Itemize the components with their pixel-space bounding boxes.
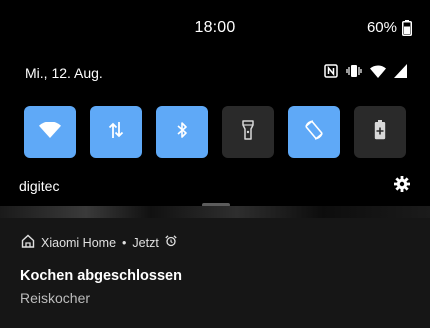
- tile-auto-rotate[interactable]: [288, 106, 340, 158]
- notification-title: Kochen abgeschlossen: [20, 268, 182, 284]
- flashlight-icon: [242, 119, 254, 145]
- network-name: digitec: [19, 178, 60, 194]
- tile-bluetooth[interactable]: [156, 106, 208, 158]
- notification-time: Jetzt: [132, 235, 159, 250]
- battery-saver-icon: [374, 119, 386, 145]
- battery-status: 60%: [367, 19, 412, 36]
- date-label[interactable]: Mi., 12. Aug.: [25, 65, 103, 81]
- battery-percent: 60%: [366, 19, 397, 36]
- wallpaper-strip: [0, 206, 430, 218]
- gear-icon[interactable]: [394, 176, 410, 197]
- vibrate-icon: [346, 64, 362, 78]
- quick-tiles: [24, 106, 406, 158]
- xiaomi-home-app-icon: [21, 234, 35, 251]
- tile-flashlight[interactable]: [222, 106, 274, 158]
- tile-wifi[interactable]: [24, 106, 76, 158]
- wifi-icon: [39, 120, 61, 143]
- wifi-icon: [370, 64, 386, 78]
- separator: •: [122, 235, 127, 250]
- notification-text: Reiskocher: [20, 290, 91, 306]
- mobile-data-icon: [108, 121, 124, 144]
- clock: 18:00: [194, 19, 236, 36]
- alarm-icon: [165, 235, 177, 250]
- tile-battery-saver[interactable]: [354, 106, 406, 158]
- status-icons: [324, 64, 408, 78]
- tile-mobile-data[interactable]: [90, 106, 142, 158]
- status-bar: 18:00 60%: [0, 0, 430, 56]
- battery-icon: [402, 19, 412, 36]
- notification-header: Xiaomi Home • Jetzt: [21, 234, 177, 251]
- cell-signal-icon: [394, 64, 408, 78]
- app-name: Xiaomi Home: [41, 235, 117, 250]
- auto-rotate-icon: [303, 119, 325, 146]
- bluetooth-icon: [176, 121, 188, 144]
- quick-settings-panel: Mi., 12. Aug. digitec: [0, 56, 430, 206]
- notification-card[interactable]: Xiaomi Home • Jetzt Kochen abgeschlossen…: [0, 218, 430, 328]
- nfc-icon: [324, 64, 338, 78]
